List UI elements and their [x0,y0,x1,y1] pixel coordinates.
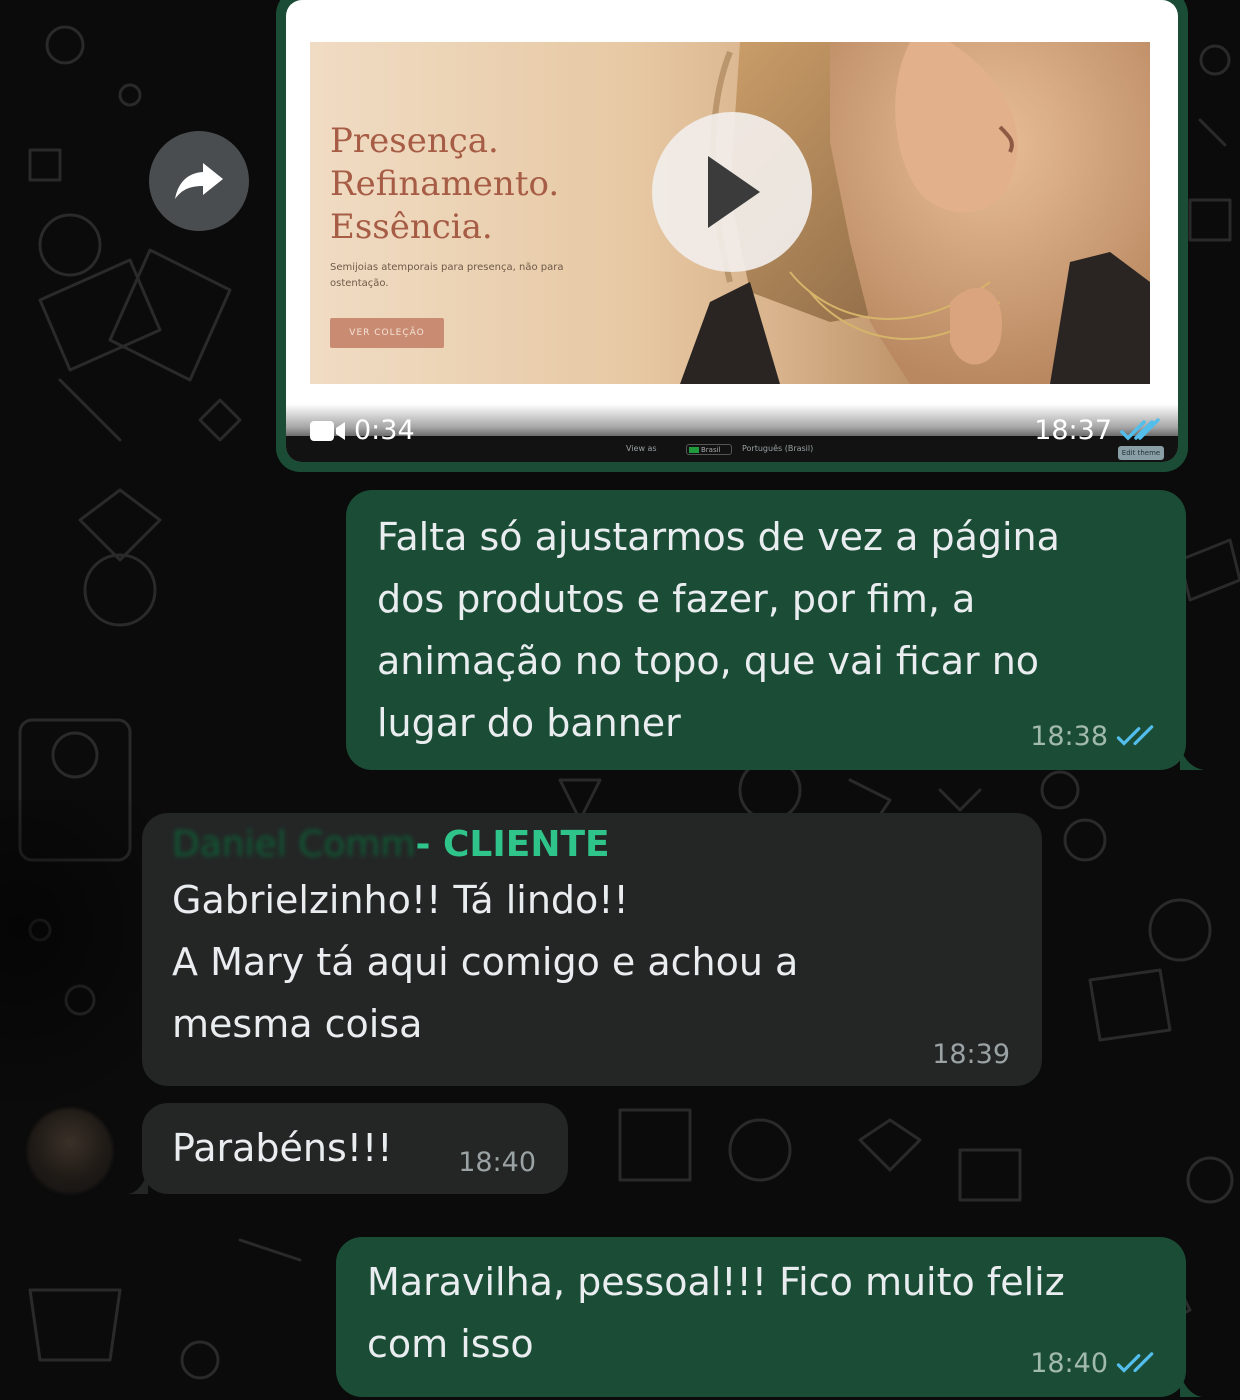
sender-tag: - CLIENTE [415,824,610,865]
message-time: 18:38 [1030,721,1108,752]
double-check-read-icon [1116,725,1154,746]
headline-line: Presença. [330,121,499,161]
headline-line: Essência. [330,207,493,247]
headline-line: Refinamento. [330,164,560,204]
video-duration: 0:34 [310,415,415,446]
subtext-line: ostentação. [330,278,389,289]
message-text-line: Falta só ajustarmos de vez a página [377,515,1060,559]
message-text-line: Maravilha, pessoal!!! Fico muito feliz [367,1260,1065,1304]
video-message[interactable]: Presença. Refinamento. Essência. Semijoi… [276,0,1188,472]
bubble-tail [1180,1373,1202,1397]
time-text: 18:37 [1034,415,1112,446]
message-text-line: Gabrielzinho!! Tá lindo!! [172,878,629,922]
double-check-read-icon [1120,417,1160,440]
video-camera-icon [310,420,345,441]
play-icon [708,156,760,228]
message-bubble-outgoing[interactable]: Maravilha, pessoal!!! Fico muito feliz c… [336,1237,1202,1397]
message-text-line: animação no topo, que vai ficar no [377,639,1040,683]
subtext-line: Semijoias atemporais para presença, não … [330,262,564,273]
banner-headline: Presença. Refinamento. Essência. [330,120,630,249]
sender-name[interactable]: Daniel Comm [172,821,416,869]
message-bubble-outgoing[interactable]: Falta só ajustarmos de vez a página dos … [346,490,1204,770]
message-time: 18:39 [932,1039,1010,1070]
forward-button[interactable] [149,131,249,231]
country-selector: Brasil [686,444,732,455]
message-meta: 18:40 [458,1148,536,1178]
sender-avatar[interactable] [27,1108,113,1194]
banner-subtext: Semijoias atemporais para presença, não … [330,260,580,292]
message-bubble-incoming[interactable]: Parabéns!!! 18:40 [128,1103,568,1194]
duration-text: 0:34 [354,415,415,446]
message-meta: 18:39 [932,1040,1010,1070]
bubble-tail [1180,746,1204,770]
banner-cta-button: VER COLEÇÃO [330,318,444,348]
language-selector: Português (Brasil) [742,444,814,453]
double-check-read-icon [1116,1352,1154,1373]
message-bubble-incoming[interactable]: Daniel Comm - CLIENTE Gabrielzinho!! Tá … [142,813,1042,1086]
message-text-line: dos produtos e fazer, por fim, a [377,577,976,621]
message-time: 18:40 [1030,1348,1108,1379]
video-thumbnail[interactable]: Presença. Refinamento. Essência. Semijoi… [286,0,1178,462]
message-text-line: A Mary tá aqui comigo e achou a [172,940,799,984]
message-time: 18:40 [458,1147,536,1178]
play-button[interactable] [652,112,812,272]
sender-label: Daniel Comm - CLIENTE [172,821,1012,869]
video-timestamp: 18:37 [1034,415,1162,446]
view-as-label: View as [626,444,657,453]
message-meta: 18:40 [1030,1349,1156,1379]
edit-theme-button: Edit theme [1118,446,1164,460]
message-text-line: mesma coisa [172,1002,423,1046]
message-meta: 18:38 [1030,722,1156,752]
forward-arrow-icon [175,163,223,199]
bubble-tail [128,1170,148,1194]
